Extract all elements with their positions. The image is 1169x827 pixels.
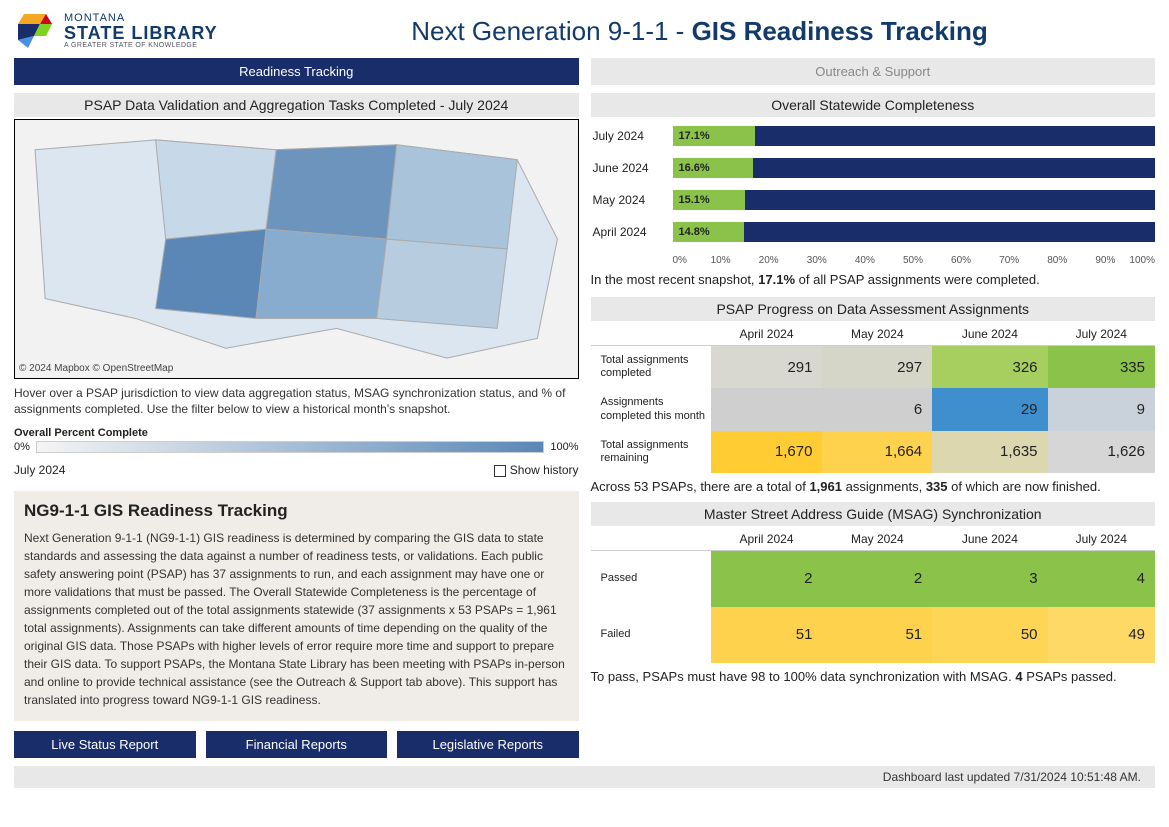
brand-logo: MONTANA STATE LIBRARY A GREATER STATE OF… [14, 10, 244, 52]
table-cell: 51 [822, 607, 932, 663]
map-hover-text: Hover over a PSAP jurisdiction to view d… [14, 385, 579, 417]
completeness-month-label: May 2024 [591, 193, 673, 207]
completeness-remaining [753, 158, 1155, 178]
completeness-row: July 202417.1% [591, 123, 1156, 149]
table-cell: 2 [711, 551, 823, 607]
table-row: Total assignments remaining1,6701,6641,6… [591, 431, 1156, 473]
table-row: Passed2234 [591, 551, 1156, 607]
page-title: Next Generation 9-1-1 - GIS Readiness Tr… [244, 16, 1155, 47]
completeness-value: 16.6% [673, 158, 753, 178]
table-col-header: April 2024 [711, 323, 823, 346]
brand-line2: STATE LIBRARY [64, 24, 218, 42]
completeness-row: April 202414.8% [591, 219, 1156, 245]
readiness-heading: NG9-1-1 GIS Readiness Tracking [24, 501, 569, 521]
tab-readiness[interactable]: Readiness Tracking [14, 58, 579, 85]
table-cell: 51 [711, 607, 823, 663]
table-row-label: Total assignments completed [591, 346, 711, 389]
progress-footer: Across 53 PSAPs, there are a total of 1,… [591, 479, 1156, 494]
table-row-label: Failed [591, 607, 711, 663]
legend-min: 0% [14, 441, 30, 453]
table-row: Assignments completed this month 6299 [591, 388, 1156, 430]
legend-gradient [36, 441, 544, 453]
completeness-bar: 14.8% [673, 222, 1156, 242]
completeness-value: 17.1% [673, 126, 756, 146]
table-cell: 29 [932, 388, 1047, 430]
table-cell: 297 [822, 346, 932, 389]
completeness-axis: 0%10%20%30%40%50%60%70%80%90%100% [673, 255, 1156, 266]
map-title: PSAP Data Validation and Aggregation Tas… [14, 93, 579, 117]
table-cell: 2 [822, 551, 932, 607]
table-row: Total assignments completed291297326335 [591, 346, 1156, 389]
table-cell: 4 [1048, 551, 1155, 607]
table-col-header: July 2024 [1048, 323, 1155, 346]
table-cell: 6 [822, 388, 932, 430]
live-status-button[interactable]: Live Status Report [14, 731, 196, 758]
table-row-label: Assignments completed this month [591, 388, 711, 430]
table-col-header: July 2024 [1048, 528, 1155, 551]
table-cell: 3 [932, 551, 1047, 607]
table-row-label: Total assignments remaining [591, 431, 711, 473]
legend-title: Overall Percent Complete [14, 427, 579, 439]
brand-tagline: A GREATER STATE OF KNOWLEDGE [64, 42, 218, 49]
msag-footer: To pass, PSAPs must have 98 to 100% data… [591, 669, 1156, 684]
table-cell: 49 [1048, 607, 1155, 663]
table-cell: 9 [1048, 388, 1155, 430]
table-cell [711, 388, 823, 430]
table-row-label: Passed [591, 551, 711, 607]
table-cell: 1,635 [932, 431, 1047, 473]
legislative-reports-button[interactable]: Legislative Reports [397, 731, 579, 758]
readiness-body: Next Generation 9-1-1 (NG9-1-1) GIS read… [24, 529, 569, 709]
financial-reports-button[interactable]: Financial Reports [206, 731, 388, 758]
completeness-chart: July 202417.1% June 202416.6% May 202415.1… [591, 119, 1156, 255]
completeness-month-label: April 2024 [591, 225, 673, 239]
table-row: Failed51515049 [591, 607, 1156, 663]
completeness-month-label: June 2024 [591, 161, 673, 175]
completeness-remaining [745, 190, 1155, 210]
completeness-month-label: July 2024 [591, 129, 673, 143]
table-col-header: May 2024 [822, 528, 932, 551]
table-cell: 326 [932, 346, 1047, 389]
table-cell: 335 [1048, 346, 1155, 389]
completeness-bar: 17.1% [673, 126, 1156, 146]
table-col-header: June 2024 [932, 528, 1047, 551]
completeness-remaining [755, 126, 1155, 146]
completeness-value: 14.8% [673, 222, 744, 242]
completeness-row: June 202416.6% [591, 155, 1156, 181]
progress-title: PSAP Progress on Data Assessment Assignm… [591, 297, 1156, 321]
table-cell: 1,626 [1048, 431, 1155, 473]
msag-table: April 2024May 2024June 2024July 2024Pass… [591, 528, 1156, 663]
table-cell: 291 [711, 346, 823, 389]
logo-icon [14, 10, 56, 52]
show-history-toggle[interactable]: Show history [494, 463, 579, 477]
table-cell: 1,664 [822, 431, 932, 473]
table-col-header: June 2024 [932, 323, 1047, 346]
table-cell: 1,670 [711, 431, 823, 473]
snapshot-text: In the most recent snapshot, 17.1% of al… [591, 272, 1156, 287]
last-updated: Dashboard last updated 7/31/2024 10:51:4… [14, 766, 1155, 788]
legend-max: 100% [550, 441, 578, 453]
checkbox-icon[interactable] [494, 465, 506, 477]
psap-map[interactable]: © 2024 Mapbox © OpenStreetMap [14, 119, 579, 379]
progress-table: April 2024May 2024June 2024July 2024Tota… [591, 323, 1156, 473]
table-col-header: May 2024 [822, 323, 932, 346]
table-cell: 50 [932, 607, 1047, 663]
completeness-bar: 16.6% [673, 158, 1156, 178]
completeness-bar: 15.1% [673, 190, 1156, 210]
tab-outreach[interactable]: Outreach & Support [591, 58, 1156, 85]
completeness-title: Overall Statewide Completeness [591, 93, 1156, 117]
completeness-remaining [744, 222, 1155, 242]
map-current-month: July 2024 [14, 463, 65, 477]
completeness-value: 15.1% [673, 190, 746, 210]
msag-title: Master Street Address Guide (MSAG) Synch… [591, 502, 1156, 526]
completeness-row: May 202415.1% [591, 187, 1156, 213]
map-attribution: © 2024 Mapbox © OpenStreetMap [19, 363, 173, 374]
table-col-header: April 2024 [711, 528, 823, 551]
